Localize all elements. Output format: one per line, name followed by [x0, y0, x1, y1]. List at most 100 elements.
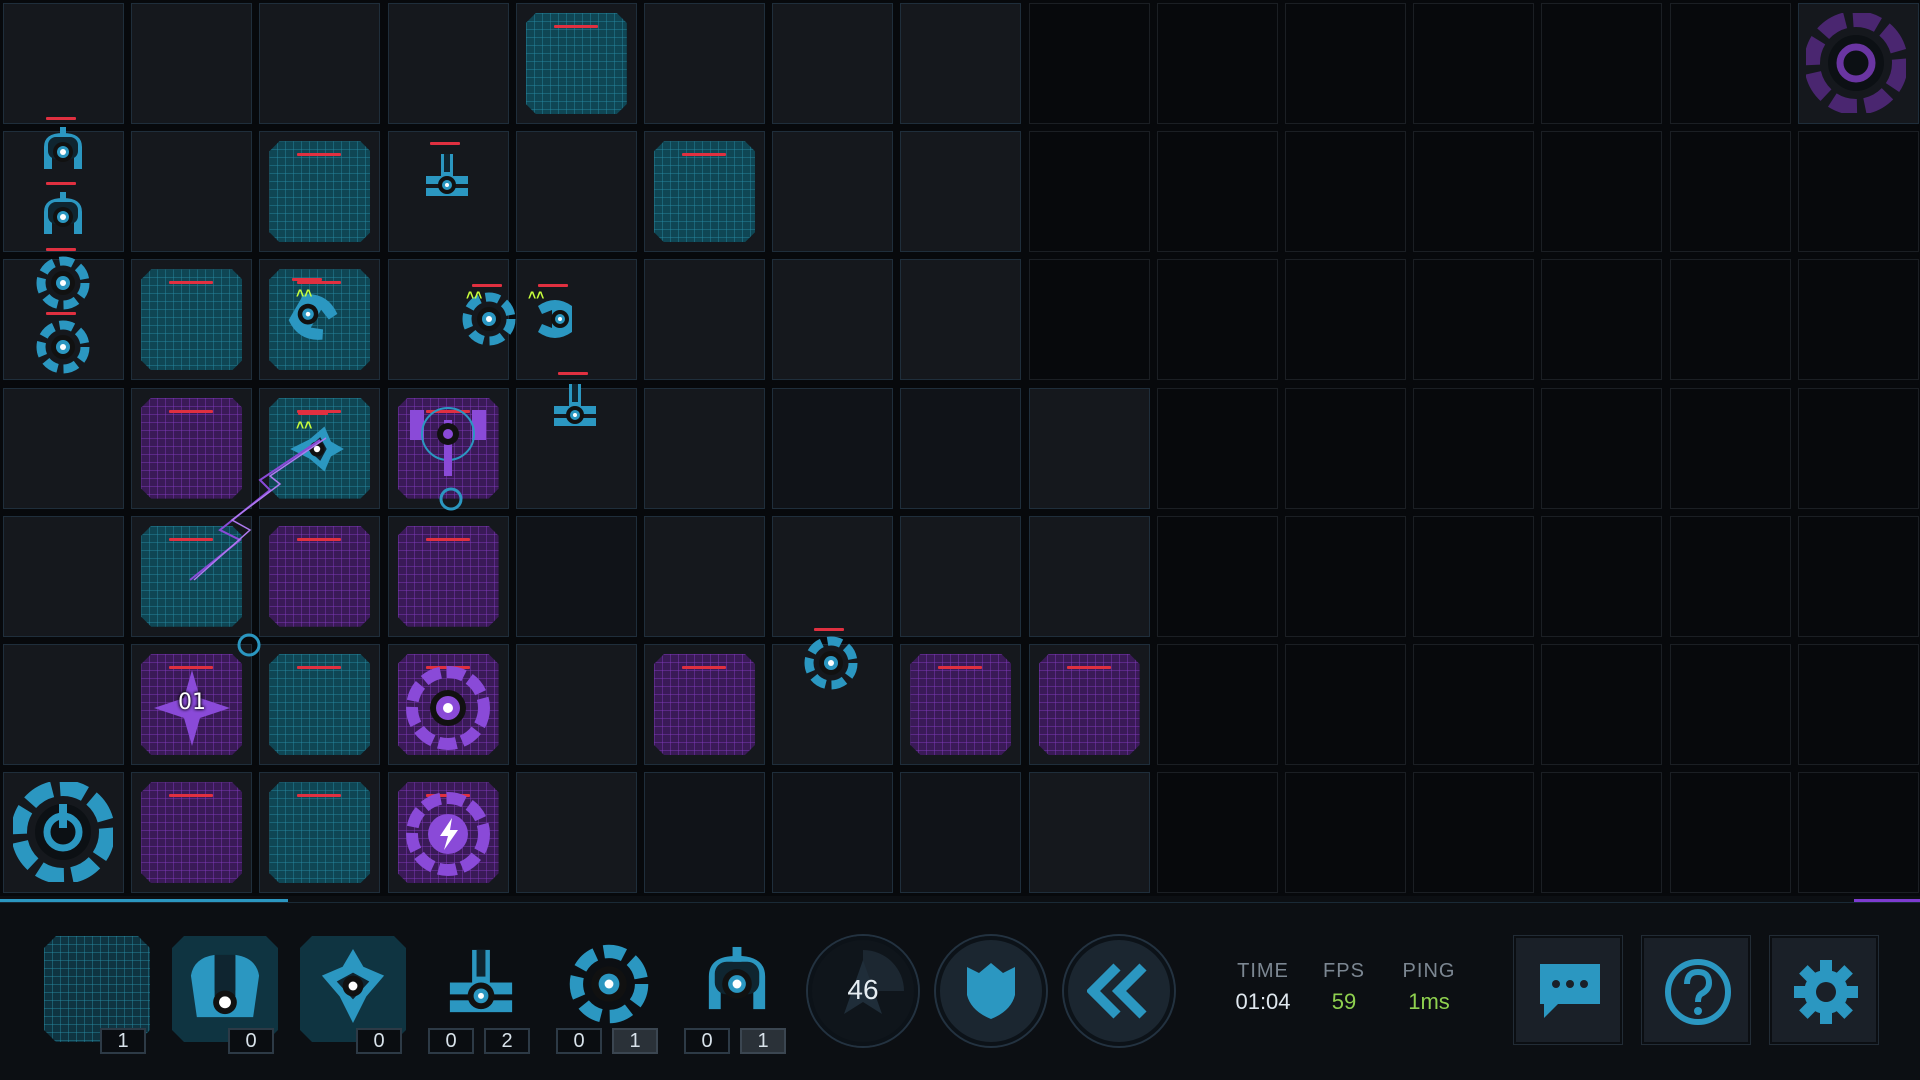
board-cell[interactable]: [1669, 772, 1791, 894]
enemy-tile[interactable]: [654, 654, 755, 755]
board-cell[interactable]: [1669, 3, 1791, 124]
board-cell[interactable]: [1028, 3, 1150, 124]
spinner-unit[interactable]: [804, 636, 858, 690]
board-cell[interactable]: [131, 131, 253, 253]
board-cell[interactable]: [515, 515, 637, 637]
board-cell[interactable]: [1156, 131, 1278, 253]
board-cell[interactable]: [772, 387, 894, 509]
player-tile[interactable]: [141, 269, 242, 370]
board-cell[interactable]: [1285, 3, 1406, 124]
board-cell[interactable]: [1156, 3, 1278, 124]
board-cell[interactable]: [1413, 259, 1535, 381]
board-cell[interactable]: [900, 3, 1022, 124]
board-cell[interactable]: [1413, 3, 1535, 124]
board-cell[interactable]: [1797, 644, 1919, 765]
board-cell[interactable]: [1285, 387, 1406, 509]
board-cell[interactable]: [515, 644, 637, 765]
board-cell[interactable]: [1156, 515, 1278, 637]
board-cell[interactable]: [1797, 772, 1919, 894]
board-cell[interactable]: [1285, 131, 1406, 253]
board-cell[interactable]: [1028, 131, 1150, 253]
board-cell[interactable]: [900, 131, 1022, 253]
board-cell[interactable]: [1028, 259, 1150, 381]
player-base-icon[interactable]: [13, 782, 113, 882]
hotbar-arrow-unit[interactable]: 0: [300, 936, 406, 1054]
board-cell[interactable]: [644, 387, 765, 509]
board-cell[interactable]: [515, 131, 637, 253]
board-cell[interactable]: [1285, 515, 1406, 637]
dome-unit[interactable]: [36, 190, 90, 244]
board-cell[interactable]: [1541, 772, 1663, 894]
board-cell[interactable]: [772, 259, 894, 381]
board-cell[interactable]: [1156, 644, 1278, 765]
stats-button[interactable]: 46: [808, 936, 918, 1046]
board-cell[interactable]: [3, 387, 124, 509]
board-cell[interactable]: [1285, 772, 1406, 894]
board-cell[interactable]: [1413, 515, 1535, 637]
enemy-tile[interactable]: [1039, 654, 1140, 755]
board-cell[interactable]: [3, 3, 124, 124]
board-cell[interactable]: [1028, 772, 1150, 894]
board-cell[interactable]: [900, 515, 1022, 637]
player-tile[interactable]: [269, 141, 370, 242]
hotbar-turret-unit[interactable]: 0 2: [428, 936, 534, 1054]
player-tile[interactable]: [526, 13, 627, 114]
board-cell[interactable]: [1797, 515, 1919, 637]
board-cell[interactable]: [1413, 644, 1535, 765]
board-cell[interactable]: [772, 131, 894, 253]
board-cell[interactable]: [772, 515, 894, 637]
board-cell[interactable]: [900, 772, 1022, 894]
board-cell[interactable]: [1028, 387, 1150, 509]
enemy-base-icon[interactable]: [1806, 13, 1906, 113]
enemy-tile[interactable]: [910, 654, 1011, 755]
board-cell[interactable]: [644, 772, 765, 894]
board-cell[interactable]: [1285, 644, 1406, 765]
turret-unit[interactable]: [420, 150, 474, 204]
enemy-tile[interactable]: [398, 526, 499, 627]
board-cell[interactable]: [644, 3, 765, 124]
hotbar-spinner-unit[interactable]: 0 1: [556, 936, 662, 1054]
rewind-button[interactable]: [1064, 936, 1174, 1046]
chat-button[interactable]: [1514, 936, 1622, 1044]
board-cell[interactable]: [515, 772, 637, 894]
player-tile[interactable]: [654, 141, 755, 242]
player-tile[interactable]: [269, 782, 370, 883]
board-cell[interactable]: [1541, 131, 1663, 253]
board-cell[interactable]: [1541, 644, 1663, 765]
board-cell[interactable]: [1797, 259, 1919, 381]
board-cell[interactable]: [900, 259, 1022, 381]
spinner-unit[interactable]: [36, 320, 90, 374]
board-cell[interactable]: [1669, 644, 1791, 765]
board-cell[interactable]: [1669, 515, 1791, 637]
board-cell[interactable]: [1413, 772, 1535, 894]
board-cell[interactable]: [1156, 259, 1278, 381]
hotbar-cannon-unit[interactable]: 0: [172, 936, 278, 1054]
board-cell[interactable]: [772, 772, 894, 894]
board-cell[interactable]: [1413, 387, 1535, 509]
board-cell[interactable]: [1156, 387, 1278, 509]
player-tile[interactable]: [269, 654, 370, 755]
board-cell[interactable]: [644, 515, 765, 637]
turret-unit[interactable]: [548, 380, 602, 434]
board-cell[interactable]: [1541, 259, 1663, 381]
board-cell[interactable]: [1541, 387, 1663, 509]
spinner-unit[interactable]: [36, 256, 90, 310]
enemy-core-building[interactable]: [404, 664, 492, 752]
board-cell[interactable]: [1797, 387, 1919, 509]
board-cell[interactable]: [900, 387, 1022, 509]
board-cell[interactable]: [1156, 772, 1278, 894]
settings-button[interactable]: [1770, 936, 1878, 1044]
board-cell[interactable]: [259, 3, 381, 124]
board-cell[interactable]: [387, 3, 509, 124]
dome-unit[interactable]: [36, 125, 90, 179]
board-cell[interactable]: [1669, 259, 1791, 381]
board-cell[interactable]: [3, 515, 124, 637]
help-button[interactable]: [1642, 936, 1750, 1044]
board-cell[interactable]: [3, 644, 124, 765]
board-cell[interactable]: [772, 3, 894, 124]
enemy-tile[interactable]: [141, 782, 242, 883]
board-cell[interactable]: [1285, 259, 1406, 381]
claw-unit[interactable]: [282, 286, 344, 348]
shield-button[interactable]: [936, 936, 1046, 1046]
hotbar-dome-unit[interactable]: 0 1: [684, 936, 790, 1054]
